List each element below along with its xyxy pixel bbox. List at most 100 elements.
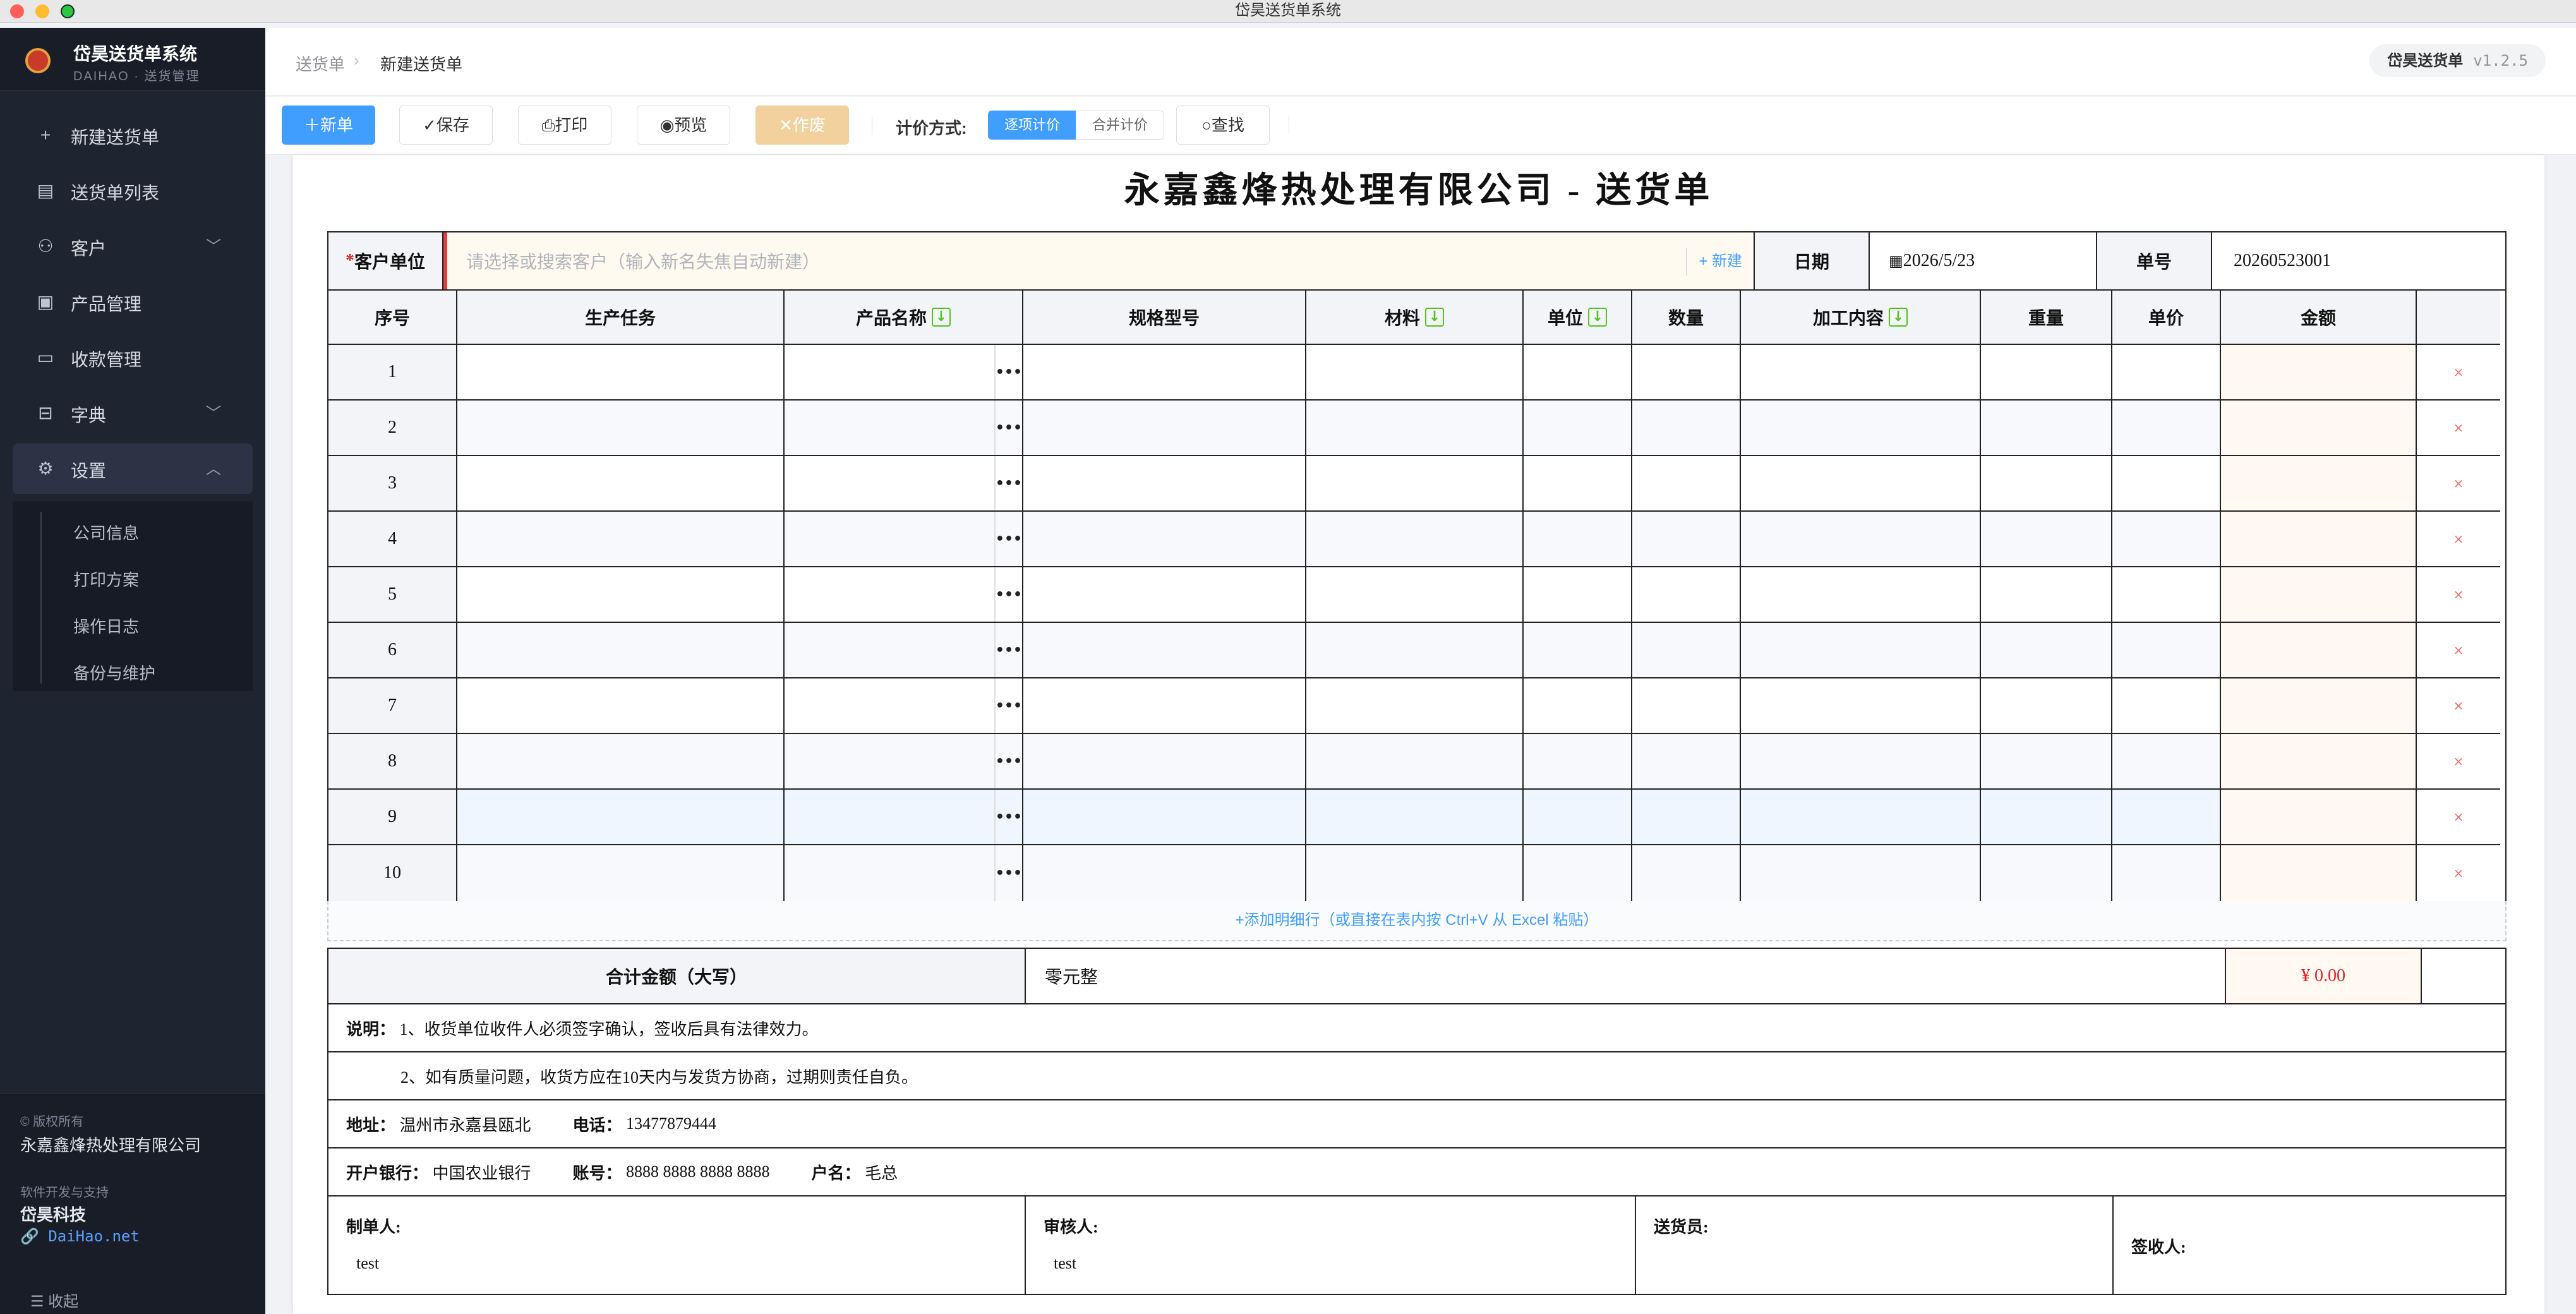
table-cell-input[interactable] [2221, 456, 2417, 512]
table-cell-input[interactable] [457, 734, 785, 790]
table-cell-input[interactable] [1741, 567, 1981, 623]
table-cell-input[interactable] [1524, 734, 1632, 790]
table-cell-input[interactable] [1524, 345, 1632, 401]
add-row-button[interactable]: +添加明细行（或直接在表内按 Ctrl+V 从 Excel 粘贴） [327, 901, 2507, 941]
collapse-sidebar-button[interactable]: ☰ 收起 [30, 1289, 78, 1311]
table-cell-input[interactable] [1981, 401, 2112, 456]
table-cell-input[interactable] [1524, 790, 1632, 845]
number-field[interactable]: 20260523001 [2212, 232, 2505, 291]
table-cell-input[interactable] [1632, 567, 1741, 623]
download-arrow-icon[interactable]: ↓ [1588, 308, 1607, 327]
subnav-item-operation-log[interactable]: 操作日志 [73, 614, 139, 637]
table-cell-input[interactable] [457, 567, 785, 623]
table-cell-input[interactable] [1741, 790, 1981, 845]
table-cell-input[interactable] [1981, 734, 2112, 790]
customer-input[interactable]: 请选择或搜索客户（输入新名失焦自动新建） + 新建 [443, 232, 1755, 291]
table-cell-input[interactable] [457, 456, 785, 512]
table-cell-input[interactable] [1023, 456, 1306, 512]
sidebar-item-dictionary[interactable]: ⊟ 字典 ﹀ [13, 388, 253, 438]
table-cell-input[interactable]: ••• [785, 845, 1023, 901]
table-cell-input[interactable] [1741, 401, 1981, 456]
new-customer-button[interactable]: + 新建 [1686, 248, 1754, 275]
table-cell-input[interactable] [1306, 567, 1524, 623]
preview-button[interactable]: ◉预览 [637, 105, 730, 145]
table-cell-input[interactable] [1632, 734, 1741, 790]
table-cell-input[interactable] [1741, 678, 1981, 734]
save-button[interactable]: ✓保存 [399, 105, 493, 145]
table-cell-input[interactable] [1524, 623, 1632, 678]
table-cell-input[interactable] [1306, 734, 1524, 790]
table-cell-input[interactable] [1632, 345, 1741, 401]
delete-row-icon[interactable]: × [2417, 790, 2500, 845]
table-cell-input[interactable]: ••• [785, 345, 1023, 401]
table-cell-input[interactable] [1306, 790, 1524, 845]
table-cell-input[interactable] [1524, 512, 1632, 567]
table-cell-input[interactable] [1632, 512, 1741, 567]
date-field[interactable]: ▦ 2026/5/23 [1870, 232, 2097, 291]
table-cell-input[interactable] [1632, 845, 1741, 901]
table-cell-input[interactable] [2221, 623, 2417, 678]
more-options-icon[interactable]: ••• [994, 623, 1022, 677]
table-cell-input[interactable] [457, 678, 785, 734]
more-options-icon[interactable]: ••• [994, 734, 1022, 788]
table-cell-input[interactable] [1981, 345, 2112, 401]
table-cell-input[interactable] [1741, 623, 1981, 678]
table-cell-input[interactable] [1306, 456, 1524, 512]
table-cell-input[interactable]: ••• [785, 678, 1023, 734]
table-cell-input[interactable] [1981, 678, 2112, 734]
table-cell-input[interactable] [2221, 512, 2417, 567]
table-cell-input[interactable] [1023, 401, 1306, 456]
table-cell-input[interactable] [1981, 623, 2112, 678]
table-cell-input[interactable] [1632, 678, 1741, 734]
table-cell-input[interactable] [1306, 845, 1524, 901]
maximize-window-icon[interactable] [61, 4, 75, 18]
table-cell-input[interactable] [1741, 512, 1981, 567]
table-cell-input[interactable] [457, 401, 785, 456]
table-cell-input[interactable] [457, 790, 785, 845]
table-cell-input[interactable] [1741, 845, 1981, 901]
delete-row-icon[interactable]: × [2417, 734, 2500, 790]
pricing-itemized-option[interactable]: 逐项计价 [988, 111, 1076, 140]
close-window-icon[interactable] [10, 4, 24, 18]
sidebar-item-new-delivery[interactable]: + 新建送货单 [13, 110, 253, 160]
more-options-icon[interactable]: ••• [994, 845, 1022, 901]
table-cell-input[interactable] [2221, 567, 2417, 623]
more-options-icon[interactable]: ••• [994, 401, 1022, 455]
table-cell-input[interactable] [1023, 845, 1306, 901]
breadcrumb-parent[interactable]: 送货单 [296, 52, 345, 75]
table-cell-input[interactable] [1306, 623, 1524, 678]
delete-row-icon[interactable]: × [2417, 345, 2500, 401]
sidebar-item-delivery-list[interactable]: ▤ 送货单列表 [13, 166, 253, 216]
table-cell-input[interactable] [1981, 456, 2112, 512]
table-cell-input[interactable] [1981, 567, 2112, 623]
table-cell-input[interactable]: ••• [785, 456, 1023, 512]
delete-row-icon[interactable]: × [2417, 512, 2500, 567]
delete-row-icon[interactable]: × [2417, 401, 2500, 456]
table-cell-input[interactable] [1741, 345, 1981, 401]
table-cell-input[interactable] [2112, 512, 2221, 567]
new-button[interactable]: ＋新单 [282, 105, 375, 145]
table-cell-input[interactable]: ••• [785, 734, 1023, 790]
minimize-window-icon[interactable] [35, 4, 49, 18]
table-cell-input[interactable] [1981, 512, 2112, 567]
table-cell-input[interactable] [1632, 790, 1741, 845]
table-cell-input[interactable] [2221, 345, 2417, 401]
table-cell-input[interactable] [2221, 401, 2417, 456]
table-cell-input[interactable] [2221, 845, 2417, 901]
table-cell-input[interactable] [2112, 401, 2221, 456]
sidebar-item-settings[interactable]: ⚙ 设置 ︿ [13, 443, 253, 494]
table-cell-input[interactable] [1023, 734, 1306, 790]
developer-link[interactable]: 🔗 DaiHao.net [20, 1227, 140, 1245]
table-cell-input[interactable] [1023, 345, 1306, 401]
table-cell-input[interactable] [2112, 456, 2221, 512]
subnav-item-company-info[interactable]: 公司信息 [73, 521, 139, 544]
table-cell-input[interactable] [1524, 401, 1632, 456]
table-cell-input[interactable]: ••• [785, 401, 1023, 456]
sidebar-item-payments[interactable]: ▭ 收款管理 [13, 332, 253, 383]
table-cell-input[interactable] [2221, 734, 2417, 790]
delete-row-icon[interactable]: × [2417, 845, 2500, 901]
subnav-item-print-scheme[interactable]: 打印方案 [73, 567, 139, 591]
delete-row-icon[interactable]: × [2417, 623, 2500, 678]
table-cell-input[interactable] [1023, 790, 1306, 845]
table-cell-input[interactable] [1524, 845, 1632, 901]
